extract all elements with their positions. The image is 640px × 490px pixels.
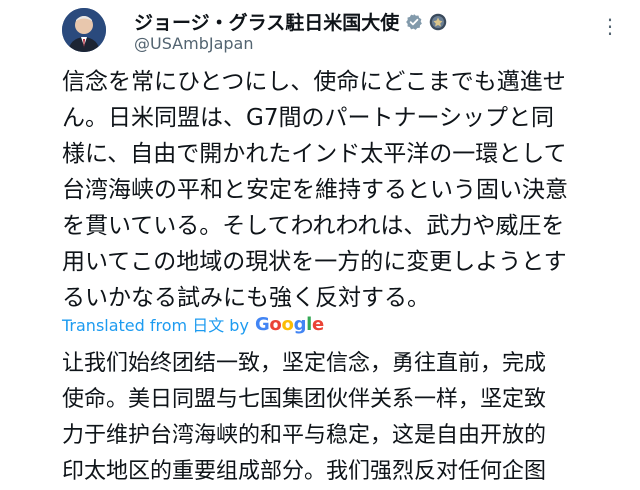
translation-attribution[interactable]: Translated from 日文 by Google bbox=[62, 312, 324, 336]
text-line: るいかなる試みにも強く反対する。 bbox=[62, 285, 430, 311]
text-line: 印太地区的重要组成部分。我们强烈反对任何企图 bbox=[62, 459, 547, 484]
tweet-original-text: 信念を常にひとつにし、使命にどこまでも邁進せ ん。日米同盟は、G7間のパートナー… bbox=[62, 64, 622, 316]
avatar-image bbox=[62, 8, 106, 52]
tweet-translated-text: 让我们始终团结一致，坚定信念，勇往直前，完成 使命。美日同盟与七国集团伙伴关系一… bbox=[62, 346, 622, 490]
text-line: 让我们始终团结一致，坚定信念，勇往直前，完成 bbox=[62, 351, 547, 376]
text-line: 用いてこの地域の現状を一方的に変更しようとす bbox=[62, 249, 567, 275]
text-line: 力于维护台湾海峡的和平与稳定，这是自由开放的 bbox=[62, 423, 547, 448]
text-line: 様に、自由で開かれたインド太平洋の一環として bbox=[62, 141, 567, 167]
author-name-row: ジョージ・グラス駐日米国大使 bbox=[134, 8, 447, 35]
profile-avatar[interactable] bbox=[62, 8, 106, 52]
government-seal-icon bbox=[429, 13, 447, 31]
text-line: ん。日米同盟は、G7間のパートナーシップと同 bbox=[62, 105, 554, 131]
translation-label: Translated from 日文 by bbox=[62, 316, 249, 335]
author-handle[interactable]: @USAmbJapan bbox=[134, 34, 253, 53]
more-icon[interactable]: ⋮ bbox=[600, 14, 621, 38]
text-line: を貫いている。そしてわれわれは、武力や威圧を bbox=[62, 213, 565, 239]
text-line: 信念を常にひとつにし、使命にどこまでも邁進せ bbox=[62, 69, 566, 95]
text-line: 使命。美日同盟与七国集团伙伴关系一样，坚定致 bbox=[62, 387, 547, 412]
verified-badge-icon[interactable] bbox=[405, 13, 423, 31]
text-line: 台湾海峡の平和と安定を維持するという固い決意 bbox=[62, 177, 568, 203]
google-logo: Google bbox=[254, 313, 324, 335]
author-display-name[interactable]: ジョージ・グラス駐日米国大使 bbox=[134, 8, 399, 35]
